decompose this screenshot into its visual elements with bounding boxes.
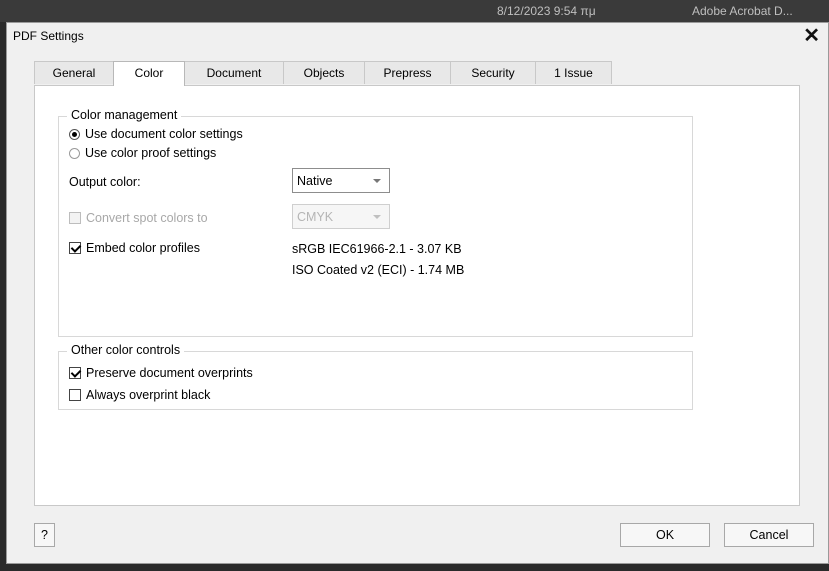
tab-document[interactable]: Document — [184, 61, 284, 84]
checkbox-checked-icon[interactable] — [69, 242, 81, 254]
tab-general[interactable]: General — [34, 61, 114, 84]
embed-color-profiles-label: Embed color profiles — [86, 241, 200, 255]
other-color-controls-title: Other color controls — [67, 343, 185, 357]
convert-spot-colors-value: CMYK — [297, 209, 334, 224]
background-datetime: 8/12/2023 9:54 πμ — [497, 4, 596, 18]
output-color-label: Output color: — [69, 175, 141, 189]
output-color-select[interactable]: Native — [292, 168, 390, 193]
use-document-color-settings-label: Use document color settings — [85, 127, 243, 141]
help-button[interactable]: ? — [34, 523, 55, 547]
tab-bar: General Color Document Objects Prepress … — [34, 61, 612, 86]
preserve-overprints-option[interactable]: Preserve document overprints — [69, 366, 253, 380]
tab-prepress[interactable]: Prepress — [364, 61, 451, 84]
convert-spot-colors-option: Convert spot colors to — [69, 211, 208, 225]
background-app-title: Adobe Acrobat D... — [692, 4, 793, 18]
convert-spot-colors-label: Convert spot colors to — [86, 211, 208, 225]
color-management-group: Color management Use document color sett… — [58, 108, 693, 337]
color-tab-panel: Color management Use document color sett… — [34, 85, 800, 506]
radio-selected-icon[interactable] — [69, 128, 80, 140]
color-management-title: Color management — [67, 108, 182, 122]
use-document-color-settings-option[interactable]: Use document color settings — [69, 127, 243, 141]
embedded-profile-2: ISO Coated v2 (ECI) - 1.74 MB — [292, 263, 465, 277]
checkbox-unchecked-icon[interactable] — [69, 389, 81, 401]
checkbox-checked-icon[interactable] — [69, 367, 81, 379]
dialog-title: PDF Settings — [13, 29, 84, 43]
chevron-down-icon — [373, 179, 381, 183]
tab-color[interactable]: Color — [113, 61, 185, 86]
overprint-black-option[interactable]: Always overprint black — [69, 388, 210, 402]
other-color-controls-group: Other color controls Preserve document o… — [58, 343, 693, 410]
use-color-proof-settings-option[interactable]: Use color proof settings — [69, 146, 216, 160]
ok-button[interactable]: OK — [620, 523, 710, 547]
convert-spot-colors-select: CMYK — [292, 204, 390, 229]
pdf-settings-dialog: PDF Settings ✕ General Color Document Ob… — [6, 22, 829, 564]
background-taskbar: 8/12/2023 9:54 πμ Adobe Acrobat D... — [0, 0, 829, 22]
embed-color-profiles-option[interactable]: Embed color profiles — [69, 241, 200, 255]
radio-unselected-icon[interactable] — [69, 147, 80, 159]
tab-issues[interactable]: 1 Issue — [535, 61, 612, 84]
output-color-value: Native — [297, 173, 333, 188]
preserve-overprints-label: Preserve document overprints — [86, 366, 253, 380]
overprint-black-label: Always overprint black — [86, 388, 211, 402]
chevron-down-icon — [373, 215, 381, 219]
close-icon[interactable]: ✕ — [803, 23, 820, 49]
use-color-proof-settings-label: Use color proof settings — [85, 146, 217, 160]
tab-security[interactable]: Security — [450, 61, 536, 84]
embedded-profile-1: sRGB IEC61966-2.1 - 3.07 KB — [292, 242, 462, 256]
cancel-button[interactable]: Cancel — [724, 523, 814, 547]
tab-objects[interactable]: Objects — [283, 61, 365, 84]
checkbox-disabled-icon — [69, 212, 81, 224]
